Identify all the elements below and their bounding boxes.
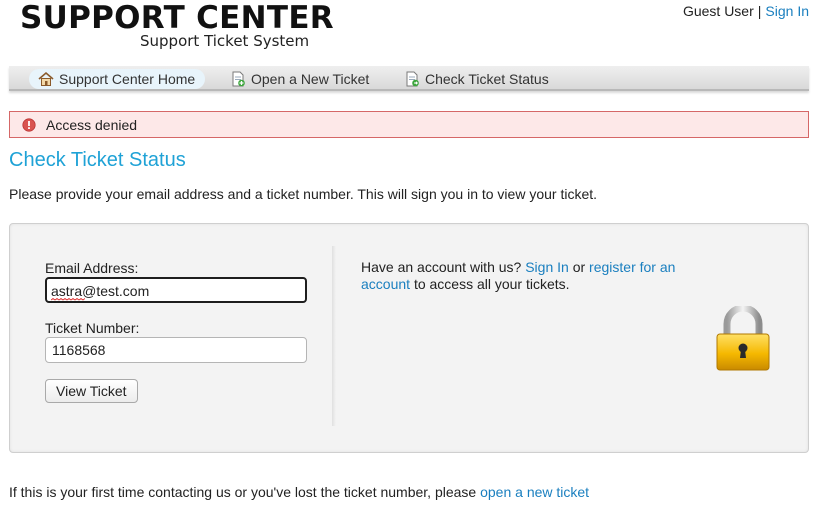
error-alert: Access denied [9, 111, 809, 138]
ticket-lookup-panel: Email Address: astra@test.com Ticket Num… [9, 223, 809, 453]
user-bar: Guest User | Sign In [683, 3, 809, 19]
logo[interactable]: SUPPORT CENTER Support Ticket System [20, 0, 334, 56]
home-icon [38, 71, 54, 86]
view-ticket-button[interactable]: View Ticket [45, 379, 138, 403]
ticket-number-field[interactable] [45, 337, 307, 363]
main-nav: Support Center Home Open a New Ticket Ch… [9, 66, 809, 91]
ticket-number-label: Ticket Number: [45, 320, 140, 336]
sign-in-link[interactable]: Sign In [765, 3, 809, 19]
logo-subtitle: Support Ticket System [140, 32, 310, 50]
footer-text: If this is your first time contacting us… [9, 484, 589, 500]
error-icon [22, 118, 36, 132]
intro-text: Please provide your email address and a … [9, 186, 598, 202]
logo-title: SUPPORT CENTER [20, 0, 334, 36]
email-field[interactable] [45, 277, 307, 303]
lock-icon [716, 306, 770, 371]
account-info: Have an account with us? Sign In or regi… [361, 259, 701, 293]
account-suffix: to access all your tickets. [413, 276, 570, 292]
ticket-status-icon [406, 71, 419, 87]
open-new-ticket-link[interactable]: open a new ticket [480, 484, 589, 500]
account-prefix: Have an account with us? [361, 259, 522, 275]
alert-message: Access denied [46, 117, 138, 133]
nav-item-label: Open a New Ticket [251, 71, 370, 87]
account-or: or [572, 259, 586, 275]
new-ticket-icon [232, 71, 245, 87]
footer-message: If this is your first time contacting us… [9, 484, 477, 500]
page-title: Check Ticket Status [9, 149, 186, 171]
nav-item-open-ticket[interactable]: Open a New Ticket [221, 69, 379, 89]
nav-item-home[interactable]: Support Center Home [29, 69, 206, 89]
nav-item-label: Support Center Home [59, 71, 196, 87]
account-sign-in-link[interactable]: Sign In [525, 259, 569, 275]
user-name: Guest User [682, 3, 754, 19]
email-label: Email Address: [45, 260, 139, 276]
nav-item-label: Check Ticket Status [425, 71, 549, 87]
separator: | [757, 3, 762, 19]
nav-item-check-status[interactable]: Check Ticket Status [395, 69, 559, 89]
panel-divider [332, 246, 336, 426]
